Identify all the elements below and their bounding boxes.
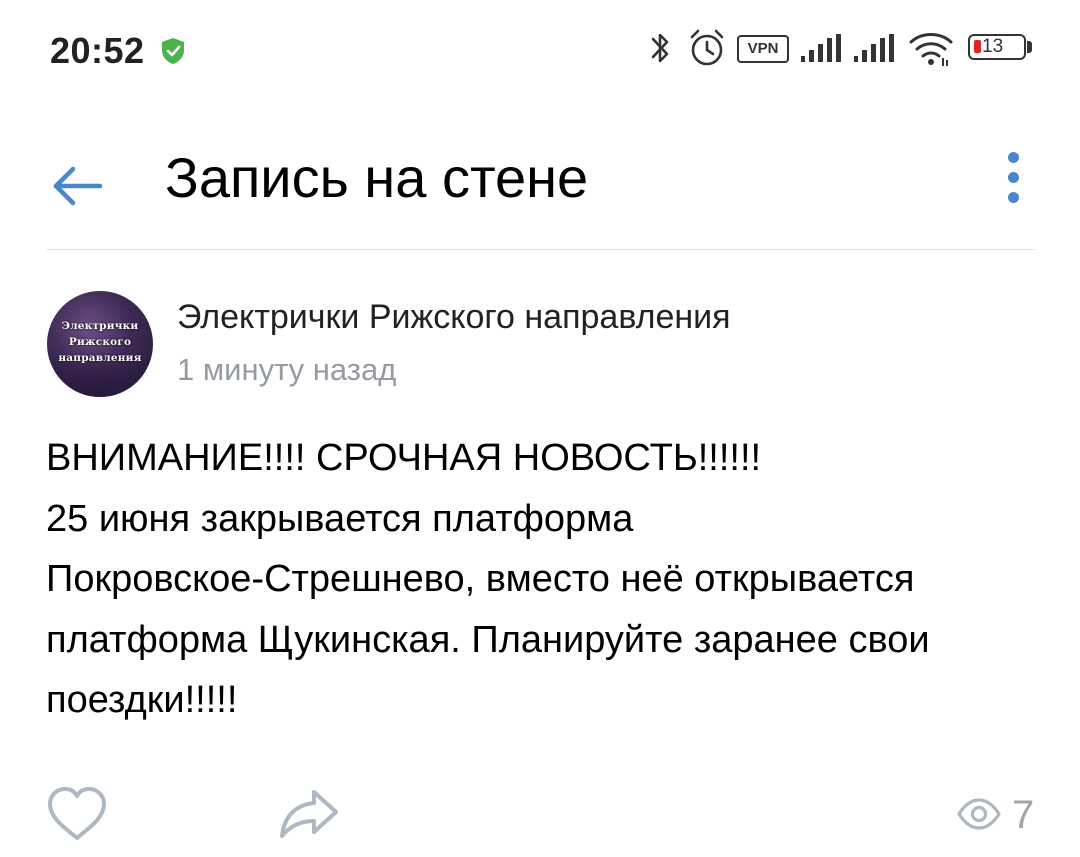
shield-check-icon bbox=[162, 38, 184, 64]
like-button[interactable] bbox=[45, 785, 109, 843]
more-vertical-icon bbox=[1008, 172, 1019, 183]
avatar-text-line: направления bbox=[58, 352, 142, 364]
views-count: 7 bbox=[1012, 793, 1035, 837]
post-text-line: 25 июня закрывается платформа bbox=[46, 497, 634, 540]
battery-level-text: 13 bbox=[982, 36, 1004, 57]
header-divider bbox=[46, 249, 1036, 250]
arrow-left-icon bbox=[53, 166, 103, 206]
eye-icon bbox=[957, 798, 1001, 830]
cell-signal-icon bbox=[801, 34, 841, 62]
post-text-line: ВНИМАНИЕ!!!! СРОЧНАЯ НОВОСТЬ!!!!!! bbox=[46, 437, 762, 479]
avatar-text-line: Электрички bbox=[61, 320, 139, 332]
wifi-icon bbox=[909, 33, 953, 66]
post-text-line: поездки!!!!! bbox=[46, 679, 238, 721]
cell-signal-icon bbox=[854, 34, 894, 62]
post-text-line: платформа Щукинская. Планируйте заранее … bbox=[46, 618, 930, 661]
battery-icon: 13 bbox=[968, 34, 1026, 60]
author-name[interactable]: Электрички Рижского направления bbox=[177, 298, 731, 337]
author-avatar[interactable]: Электрички Рижского направления bbox=[47, 291, 153, 397]
share-arrow-icon bbox=[280, 790, 338, 838]
post-text-line: Покровское-Стрешнево, вместо неё открыва… bbox=[46, 558, 915, 600]
page-title: Запись на стене bbox=[165, 146, 589, 209]
more-vertical-icon bbox=[1008, 152, 1019, 163]
more-options-button[interactable] bbox=[992, 148, 1036, 208]
alarm-clock-icon bbox=[690, 29, 724, 66]
avatar-logo-text: Электрички Рижского направления bbox=[47, 318, 153, 366]
battery-tip bbox=[1027, 41, 1032, 53]
more-vertical-icon bbox=[1008, 192, 1019, 203]
avatar-text-line: Рижского bbox=[68, 336, 132, 348]
status-bar: 20:52 VPN 13 bbox=[0, 0, 1080, 100]
bluetooth-icon bbox=[651, 33, 669, 63]
vpn-badge: VPN bbox=[737, 35, 789, 63]
post-text: ВНИМАНИЕ!!!! СРОЧНАЯ НОВОСТЬ!!!!!! 25 ию… bbox=[46, 428, 1046, 731]
share-button[interactable] bbox=[278, 786, 340, 840]
heart-outline-icon bbox=[48, 787, 106, 840]
status-time: 20:52 bbox=[50, 30, 145, 71]
app-header: Запись на стене bbox=[0, 110, 1080, 250]
battery-level-fill bbox=[974, 40, 981, 53]
post-timestamp: 1 минуту назад bbox=[177, 352, 397, 387]
back-button[interactable] bbox=[40, 150, 112, 222]
